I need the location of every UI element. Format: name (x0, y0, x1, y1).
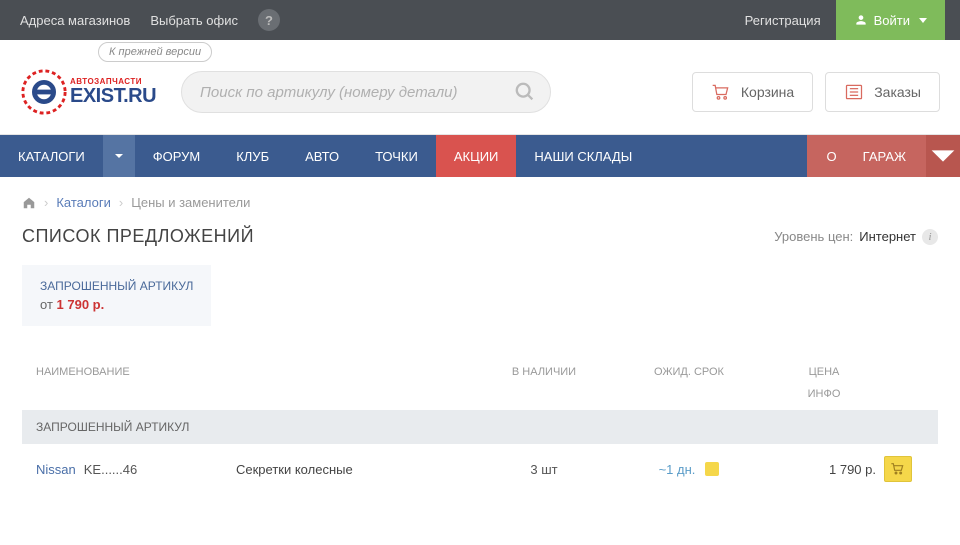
brand-link[interactable]: Nissan (36, 462, 76, 477)
cell-stock: 3 шт (474, 462, 614, 477)
breadcrumb-separator: › (119, 195, 123, 210)
th-action (884, 366, 924, 400)
nav-garage-chevron[interactable] (926, 135, 960, 177)
help-icon[interactable]: ? (258, 9, 280, 31)
nav-garage-wrap: О ГАРАЖ (807, 135, 960, 177)
cart-icon (711, 83, 731, 101)
orders-label: Заказы (874, 84, 921, 100)
login-label: Войти (874, 13, 910, 28)
table-row: Nissan KE......46 Секретки колесные 3 шт… (22, 444, 938, 494)
content: › Каталоги › Цены и заменители СПИСОК ПР… (0, 177, 960, 512)
login-button[interactable]: Войти (836, 0, 945, 40)
cell-cart (884, 456, 924, 482)
status-badge (705, 462, 719, 476)
topbar-right: Регистрация Войти (745, 0, 945, 40)
table-header: НАИМЕНОВАНИЕ В НАЛИЧИИ ОЖИД. СРОК ЦЕНА И… (22, 356, 938, 410)
add-to-cart-button[interactable] (884, 456, 912, 482)
topbar: Адреса магазинов Выбрать офис ? Регистра… (0, 0, 960, 40)
th-name: НАИМЕНОВАНИЕ (36, 366, 236, 400)
main-nav: КАТАЛОГИ ФОРУМ КЛУБ АВТО ТОЧКИ АКЦИИ НАШ… (0, 135, 960, 177)
price-level-value: Интернет (859, 229, 916, 244)
logo-title: EXIST.RU (70, 86, 156, 106)
header-buttons: Корзина Заказы (692, 72, 940, 112)
nav-catalogs[interactable]: КАТАЛОГИ (0, 135, 103, 177)
article-code: KE......46 (84, 462, 137, 477)
breadcrumb-current: Цены и заменители (131, 195, 250, 210)
list-icon (844, 83, 864, 101)
wait-text: ~1 дн. (659, 462, 696, 477)
nav-forum[interactable]: ФОРУМ (135, 135, 218, 177)
nav-promo[interactable]: АКЦИИ (436, 135, 517, 177)
home-icon[interactable] (22, 196, 36, 210)
nav-about-partial[interactable]: О (807, 135, 843, 177)
gear-icon (20, 68, 68, 116)
nav-auto[interactable]: АВТО (287, 135, 357, 177)
search-wrap (181, 71, 551, 113)
chevron-down-icon (113, 150, 125, 162)
old-version-link[interactable]: К прежней версии (98, 42, 212, 62)
breadcrumb-separator: › (44, 195, 48, 210)
breadcrumb-catalogs[interactable]: Каталоги (56, 195, 111, 210)
table-section: ЗАПРОШЕННЫЙ АРТИКУЛ (22, 410, 938, 444)
requested-label: ЗАПРОШЕННЫЙ АРТИКУЛ (40, 279, 193, 293)
cell-name: Nissan KE......46 (36, 462, 236, 477)
cell-wait: ~1 дн. (614, 462, 764, 477)
nav-warehouses[interactable]: НАШИ СКЛАДЫ (516, 135, 650, 177)
user-icon (854, 13, 868, 27)
office-link[interactable]: Выбрать офис (150, 13, 238, 28)
logo-area: К прежней версии АВТОЗАПЧАСТИ EXIST.RU (20, 50, 156, 116)
nav-garage[interactable]: ГАРАЖ (843, 135, 926, 177)
breadcrumb: › Каталоги › Цены и заменители (22, 195, 938, 210)
caret-down-icon (919, 18, 927, 23)
price-level-label: Уровень цен: (774, 229, 853, 244)
th-price: ЦЕНА ИНФО (764, 366, 884, 400)
page-head: СПИСОК ПРЕДЛОЖЕНИЙ Уровень цен: Интернет… (22, 226, 938, 247)
cell-price: 1 790 р. (764, 462, 884, 477)
requested-price: от 1 790 р. (40, 297, 193, 312)
topbar-left: Адреса магазинов Выбрать офис ? (20, 9, 280, 31)
cart-icon (890, 462, 906, 476)
cell-description: Секретки колесные (236, 462, 474, 477)
th-spacer (236, 366, 474, 400)
cart-label: Корзина (741, 84, 794, 100)
search-box[interactable] (181, 71, 551, 113)
logo[interactable]: АВТОЗАПЧАСТИ EXIST.RU (20, 68, 156, 116)
price-level: Уровень цен: Интернет i (774, 229, 938, 245)
logo-text: АВТОЗАПЧАСТИ EXIST.RU (70, 78, 156, 106)
requested-article-box: ЗАПРОШЕННЫЙ АРТИКУЛ от 1 790 р. (22, 265, 211, 326)
header: К прежней версии АВТОЗАПЧАСТИ EXIST.RU К… (0, 40, 960, 135)
orders-button[interactable]: Заказы (825, 72, 940, 112)
page-title: СПИСОК ПРЕДЛОЖЕНИЙ (22, 226, 254, 247)
nav-points[interactable]: ТОЧКИ (357, 135, 436, 177)
th-wait: ОЖИД. СРОК (614, 366, 764, 400)
register-link[interactable]: Регистрация (745, 13, 821, 28)
info-icon[interactable]: i (922, 229, 938, 245)
search-input[interactable] (200, 84, 514, 101)
chevron-down-icon (926, 139, 960, 173)
nav-catalogs-chevron[interactable] (103, 135, 135, 177)
nav-club[interactable]: КЛУБ (218, 135, 287, 177)
offers-table: НАИМЕНОВАНИЕ В НАЛИЧИИ ОЖИД. СРОК ЦЕНА И… (22, 356, 938, 494)
th-stock: В НАЛИЧИИ (474, 366, 614, 400)
cart-button[interactable]: Корзина (692, 72, 813, 112)
search-icon[interactable] (514, 81, 536, 103)
stores-link[interactable]: Адреса магазинов (20, 13, 130, 28)
